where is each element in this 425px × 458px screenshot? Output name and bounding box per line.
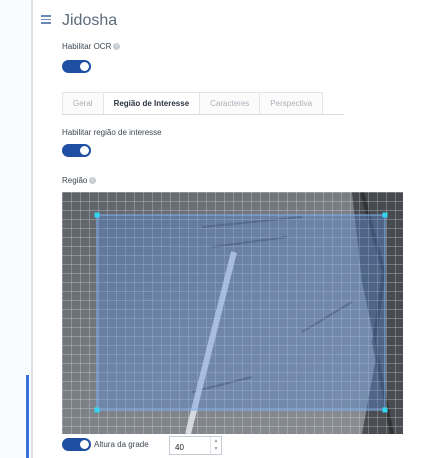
resize-handle-bottom-left[interactable] [94, 407, 100, 413]
resize-handle-bottom-right[interactable] [382, 407, 388, 413]
ocr-toggle[interactable] [62, 60, 91, 73]
selection-box[interactable] [96, 214, 386, 411]
region-canvas[interactable] [62, 192, 403, 434]
sidebar-divider [31, 0, 33, 458]
resize-handle-top-right[interactable] [382, 212, 388, 218]
roi-toggle[interactable] [62, 144, 91, 157]
ocr-label-row: Habilitar OCR i [62, 42, 121, 51]
toggle-knob [80, 440, 89, 449]
stepper-buttons[interactable]: ▲ ▼ [210, 437, 221, 454]
chevron-down-icon[interactable]: ▼ [211, 445, 221, 453]
ocr-label: Habilitar OCR [62, 42, 112, 51]
roi-label: Habilitar região de interesse [62, 128, 162, 137]
chevron-up-icon[interactable]: ▲ [211, 437, 221, 445]
toggle-knob [80, 146, 89, 155]
region-label: Região [62, 176, 88, 185]
grid-height-input[interactable] [170, 440, 211, 455]
grid-height-label: Altura da grade [94, 440, 149, 449]
resize-handle-top-left[interactable] [94, 212, 100, 218]
tab-caracteres[interactable]: Caracteres [199, 92, 261, 114]
tab-regiao-de-interesse[interactable]: Região de Interesse [102, 92, 201, 114]
toggle-knob [80, 62, 89, 71]
tab-geral[interactable]: Geral [62, 92, 104, 114]
panel-title: Jidosha [62, 12, 118, 29]
grid-height-stepper[interactable]: ▲ ▼ [169, 436, 222, 455]
tab-bar: Geral Região de Interesse Caracteres Per… [62, 92, 344, 115]
info-icon[interactable]: i [89, 177, 97, 185]
tab-perspectiva[interactable]: Perspectiva [259, 92, 324, 114]
region-label-row: Região i [62, 176, 97, 185]
grid-toggle[interactable] [62, 438, 91, 451]
info-icon[interactable]: i [113, 43, 121, 51]
region-editor[interactable] [62, 192, 403, 434]
active-section-marker [26, 375, 29, 458]
list-icon[interactable] [41, 15, 51, 24]
